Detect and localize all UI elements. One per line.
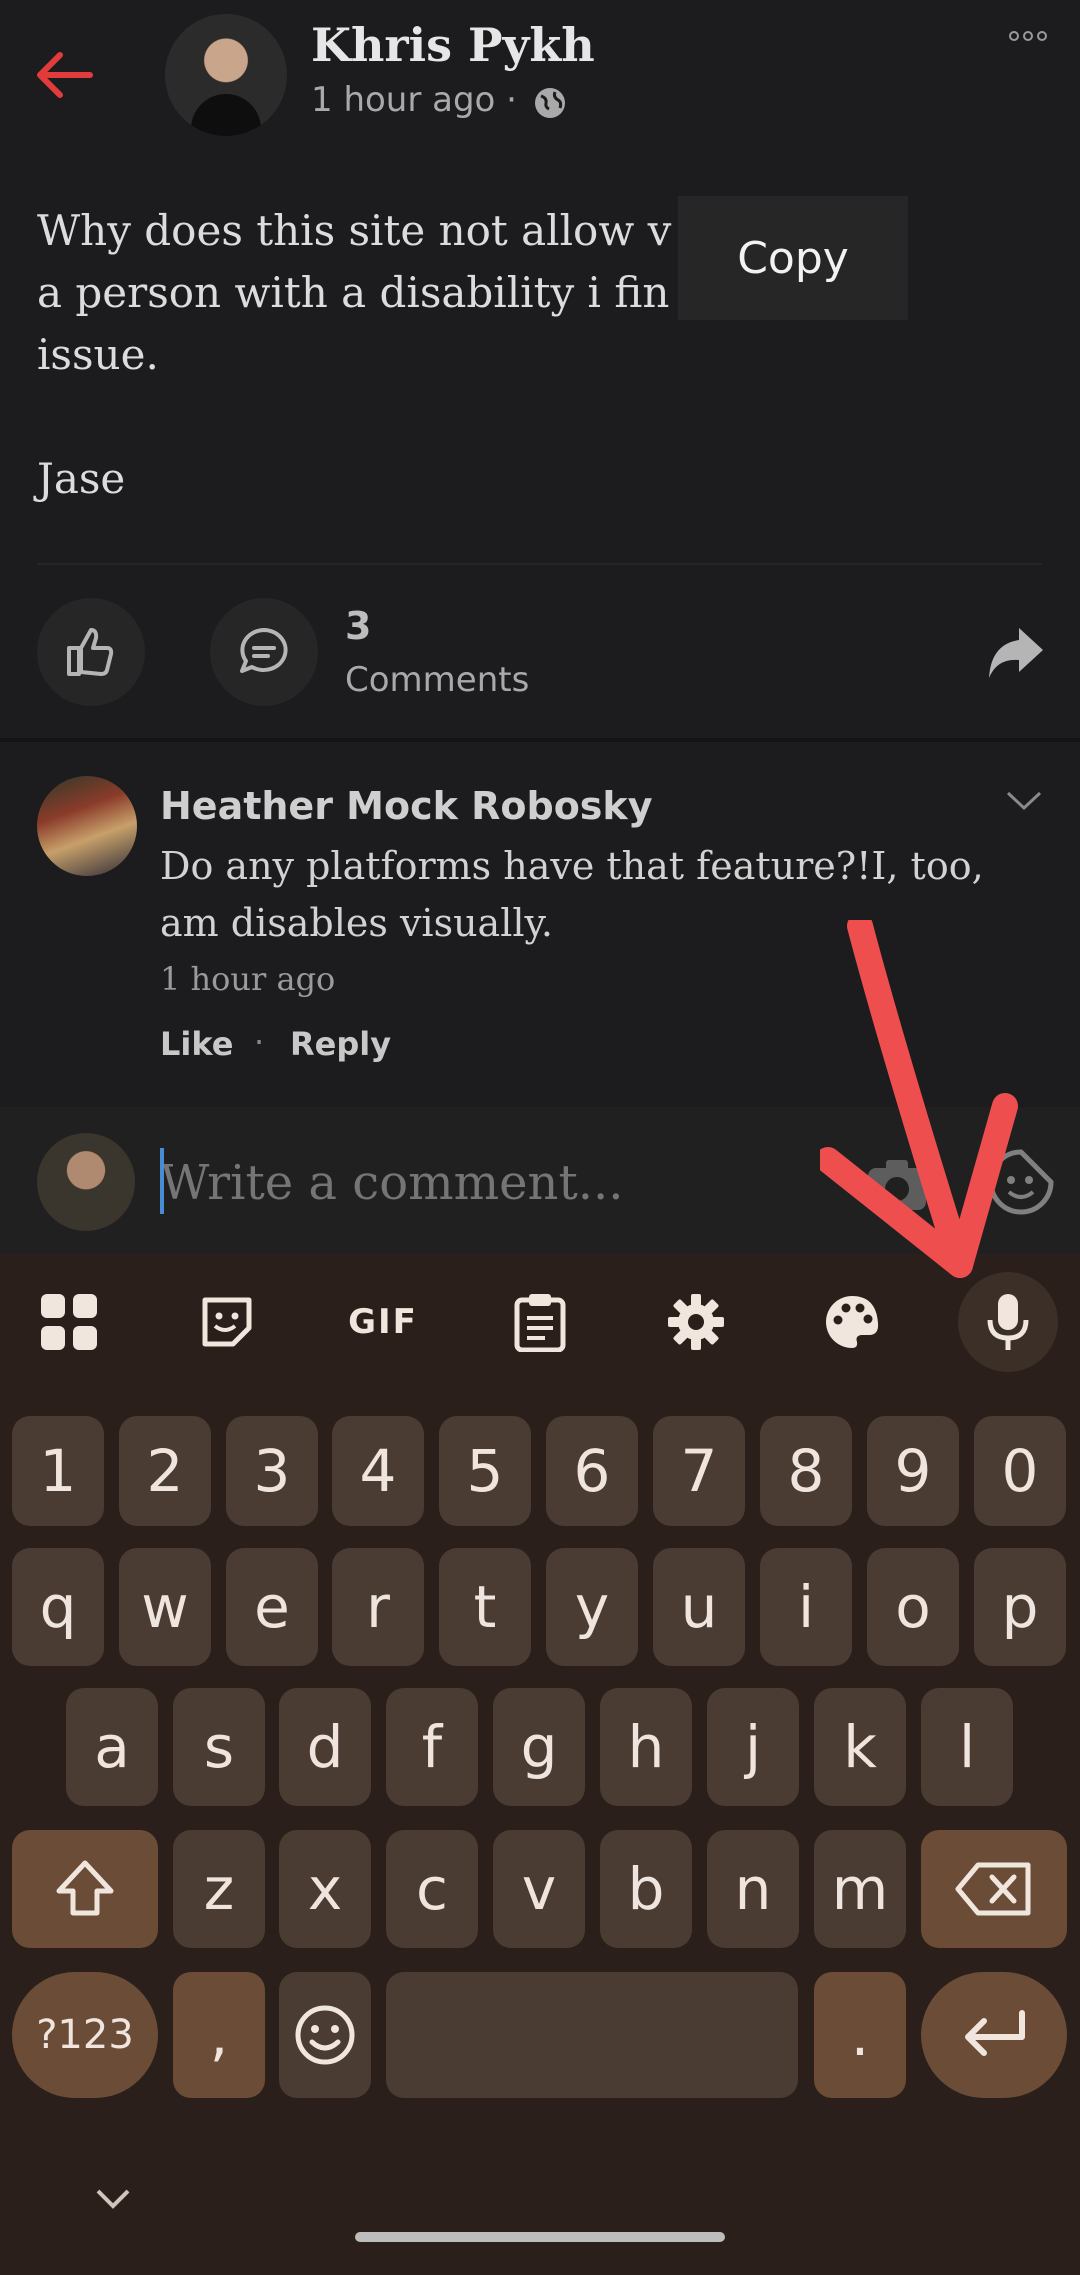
key-t[interactable]: t [439,1548,531,1666]
key-w[interactable]: w [119,1548,211,1666]
comment-reply-link[interactable]: Reply [290,1025,391,1063]
enter-icon [965,2010,1025,2056]
back-arrow-icon[interactable] [30,45,100,105]
home-indicator[interactable] [355,2232,725,2242]
user-avatar [37,1133,135,1231]
comment-count-label[interactable]: Comments [345,660,529,700]
globe-icon [535,88,565,118]
comment-like-link[interactable]: Like [160,1025,233,1063]
emoji-sticker-button[interactable] [177,1272,277,1372]
key-5[interactable]: 5 [439,1416,531,1526]
emoji-key[interactable] [279,1972,371,2098]
key-f[interactable]: f [386,1688,478,1806]
symbols-key[interactable]: ?123 [12,1972,158,2098]
comment-icon [240,628,288,673]
key-q[interactable]: q [12,1548,104,1666]
key-3[interactable]: 3 [226,1416,318,1526]
commenter-name[interactable]: Heather Mock Robosky [160,784,652,828]
key-0[interactable]: 0 [974,1416,1066,1526]
hide-keyboard-chevron-icon[interactable] [95,2188,131,2210]
key-g[interactable]: g [493,1688,585,1806]
key-u[interactable]: u [653,1548,745,1666]
settings-icon [668,1294,724,1350]
commenter-avatar[interactable] [37,776,137,876]
key-c[interactable]: c [386,1830,478,1948]
separator-dot: · [254,1023,265,1061]
clipboard-icon [514,1294,566,1352]
post-time: 1 hour ago · [311,80,517,120]
key-x[interactable]: x [279,1830,371,1948]
key-d[interactable]: d [279,1688,371,1806]
voice-input-button[interactable] [958,1272,1058,1372]
key-y[interactable]: y [546,1548,638,1666]
emoji-icon [295,2005,355,2065]
microphone-icon [987,1294,1029,1350]
key-v[interactable]: v [493,1830,585,1948]
key-h[interactable]: h [600,1688,692,1806]
comment-time: 1 hour ago [160,960,336,998]
key-4[interactable]: 4 [332,1416,424,1526]
backspace-key[interactable] [921,1830,1067,1948]
comma-key[interactable]: , [173,1972,265,2098]
share-icon[interactable] [985,622,1045,682]
key-m[interactable]: m [814,1830,906,1948]
key-7[interactable]: 7 [653,1416,745,1526]
key-j[interactable]: j [707,1688,799,1806]
more-icon[interactable] [1008,28,1048,44]
key-s[interactable]: s [173,1688,265,1806]
theme-button[interactable] [802,1272,902,1372]
like-icon [67,628,114,676]
settings-button[interactable] [646,1272,746,1372]
key-9[interactable]: 9 [867,1416,959,1526]
key-2[interactable]: 2 [119,1416,211,1526]
space-key[interactable] [386,1972,798,2098]
copy-button[interactable]: Copy [678,196,908,320]
key-1[interactable]: 1 [12,1416,104,1526]
key-z[interactable]: z [173,1830,265,1948]
key-6[interactable]: 6 [546,1416,638,1526]
text-cursor [160,1148,164,1214]
backspace-icon [955,1862,1031,1916]
key-a[interactable]: a [66,1688,158,1806]
gif-button[interactable]: GIF [333,1272,433,1372]
apps-grid-icon [41,1294,97,1350]
keyboard: GIF 1 2 3 4 5 6 7 8 9 0 q w e r t y u i … [0,1254,1080,2275]
clipboard-button[interactable] [490,1272,590,1372]
key-b[interactable]: b [600,1830,692,1948]
annotation-arrow [820,920,1018,1278]
key-o[interactable]: o [867,1548,959,1666]
apps-grid-button[interactable] [19,1272,119,1372]
emoji-sticker-icon [202,1297,252,1347]
enter-key[interactable] [921,1972,1067,2098]
comment-button[interactable] [210,598,318,706]
comment-input[interactable] [160,1150,810,1216]
divider [37,563,1042,565]
like-button[interactable] [37,598,145,706]
author-avatar[interactable] [165,14,287,136]
key-k[interactable]: k [814,1688,906,1806]
key-n[interactable]: n [707,1830,799,1948]
shift-icon [56,1860,114,1916]
key-r[interactable]: r [332,1548,424,1666]
section-divider [0,738,1080,742]
chevron-down-icon[interactable] [1005,790,1043,812]
key-l[interactable]: l [921,1688,1013,1806]
shift-key[interactable] [12,1830,158,1948]
key-8[interactable]: 8 [760,1416,852,1526]
palette-icon [826,1296,879,1348]
key-p[interactable]: p [974,1548,1066,1666]
comment-count[interactable]: 3 [345,604,371,648]
key-e[interactable]: e [226,1548,318,1666]
period-key[interactable]: . [814,1972,906,2098]
key-i[interactable]: i [760,1548,852,1666]
author-name[interactable]: Khris Pykh [311,18,595,72]
